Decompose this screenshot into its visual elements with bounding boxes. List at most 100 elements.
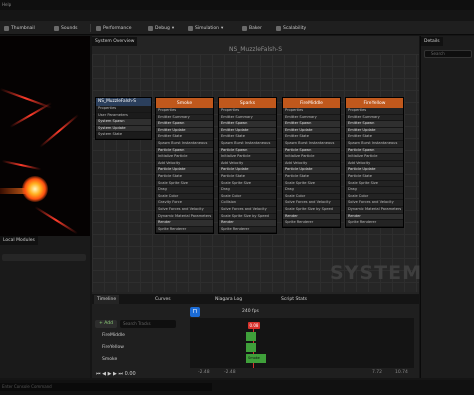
emitter-module-row[interactable]: Scale Sprite Size by Speed (283, 206, 340, 214)
track-clip-smoke[interactable]: Smoke (246, 354, 266, 363)
emitter-module-row[interactable]: Emitter Summary (219, 114, 276, 122)
emitter-module-row[interactable]: Render (219, 220, 276, 227)
emitter-module-row[interactable]: Particle Spawn (156, 147, 213, 155)
emitter-module-row[interactable]: Scale Sprite Size by Speed (219, 213, 276, 221)
emitter-module-row[interactable]: Spawn Burst Instantaneous (346, 140, 403, 148)
emitter-module-row[interactable]: Emitter Summary (283, 114, 340, 122)
track-search-input[interactable]: Search Tracks (120, 320, 176, 328)
tab-timeline[interactable]: Timeline (94, 295, 120, 304)
system-node-row[interactable]: System Spawn (96, 119, 151, 126)
emitter-node[interactable]: FireYellow Properties Emitter Summary Emitt… (345, 97, 404, 228)
emitter-module-row[interactable]: Emitter Summary (156, 114, 213, 122)
emitter-module-row[interactable]: Particle Update (283, 167, 340, 174)
system-node-row[interactable]: System Update (96, 125, 151, 133)
emitter-module-row[interactable]: Add Velocity (346, 160, 403, 168)
toolbar-sounds-button[interactable]: Sounds (54, 24, 78, 32)
emitter-module-row[interactable]: Dynamic Material Parameters (346, 206, 403, 214)
emitter-module-row[interactable]: Initialize Particle (283, 154, 340, 161)
emitter-module-row[interactable]: Emitter State (283, 134, 340, 141)
emitter-module-row[interactable]: Initialize Particle (219, 154, 276, 161)
emitter-module-row[interactable]: Emitter Spawn (156, 121, 213, 128)
system-node[interactable]: NS_MuzzleFalsh-S Properties User Paramet… (95, 97, 152, 140)
emitter-node[interactable]: FireMiddle Properties Emitter Summary Emitt… (282, 97, 341, 228)
emitter-module-row[interactable]: Solve Forces and Velocity (219, 206, 276, 214)
emitter-module-row[interactable]: Solve Forces and Velocity (346, 200, 403, 207)
emitter-module-row[interactable]: Solve Forces and Velocity (156, 206, 213, 214)
emitter-module-row[interactable]: Emitter Update (219, 127, 276, 135)
emitter-module-row[interactable]: Scale Color (219, 193, 276, 201)
track-fireyellow[interactable]: FireYellow (92, 342, 187, 353)
emitter-module-row[interactable]: Spawn Burst Instantaneous (219, 140, 276, 148)
system-overview-tab[interactable]: System Overview (92, 37, 138, 46)
tab-script-stats[interactable]: Script Stats (278, 295, 310, 304)
emitter-module-row[interactable]: Emitter Update (346, 127, 403, 135)
emitter-module-row[interactable]: Initialize Particle (156, 154, 213, 161)
emitter-module-row[interactable]: Sprite Renderer (346, 220, 403, 227)
emitter-module-row[interactable]: Emitter Spawn (283, 121, 340, 128)
help-menu[interactable]: Help (2, 2, 11, 7)
local-modules-search[interactable] (2, 254, 86, 261)
toolbar-thumbnail-button[interactable]: Thumbnail (4, 24, 35, 32)
emitter-module-row[interactable]: Emitter Update (156, 127, 213, 135)
jump-end-button[interactable]: ⏭ (118, 371, 123, 377)
emitter-module-row[interactable]: Spawn Burst Instantaneous (283, 140, 340, 148)
emitter-module-row[interactable]: Particle State (156, 173, 213, 181)
emitter-module-row[interactable]: Sprite Renderer (156, 226, 213, 234)
emitter-module-row[interactable]: Add Velocity (219, 160, 276, 168)
toolbar-performance-button[interactable]: Performance (96, 24, 132, 32)
track-clip[interactable] (246, 332, 256, 341)
emitter-module-row[interactable]: Dynamic Material Parameters (156, 213, 213, 221)
emitter-module-row[interactable]: Render (283, 213, 340, 221)
local-modules-tab[interactable]: Local Modules (0, 236, 38, 245)
emitter-module-row[interactable]: Scale Sprite Size (283, 180, 340, 188)
track-smoke[interactable]: Smoke (92, 354, 187, 365)
emitter-module-row[interactable]: Scale Sprite Size (219, 180, 276, 188)
toolbar-scalability-button[interactable]: Scalability (276, 24, 306, 32)
emitter-module-row[interactable]: Particle Update (156, 167, 213, 174)
emitter-module-row[interactable]: Drag (219, 187, 276, 194)
snap-toggle[interactable]: ⊓ (190, 307, 200, 317)
toolbar-simulation-button[interactable]: Simulation ▾ (188, 24, 223, 32)
emitter-module-row[interactable]: Render (156, 220, 213, 227)
emitter-module-row[interactable]: Particle State (346, 173, 403, 181)
tab-niagara-log[interactable]: Niagara Log (212, 295, 245, 304)
emitter-node[interactable]: Smoke Properties Emitter Summary Emitter Sp… (155, 97, 214, 235)
system-node-row[interactable]: User Parameters (96, 113, 151, 120)
emitter-module-row[interactable]: Render (346, 213, 403, 221)
emitter-module-row[interactable]: Particle Spawn (219, 147, 276, 155)
add-track-button[interactable]: + Add (95, 320, 117, 328)
emitter-module-row[interactable]: Particle Spawn (346, 147, 403, 155)
emitter-module-row[interactable]: Emitter State (156, 134, 213, 141)
emitter-module-row[interactable]: Add Velocity (156, 160, 213, 168)
emitter-module-row[interactable]: Properties (156, 108, 213, 115)
emitter-module-row[interactable]: Particle Update (346, 167, 403, 174)
toolbar-baker-button[interactable]: Baker (242, 24, 262, 32)
emitter-module-row[interactable]: Add Velocity (283, 160, 340, 168)
details-search[interactable]: Search (424, 50, 472, 58)
emitter-module-row[interactable]: Sprite Renderer (219, 226, 276, 234)
emitter-module-row[interactable]: Drag (283, 187, 340, 194)
emitter-module-row[interactable]: Properties (283, 108, 340, 115)
emitter-module-row[interactable]: Properties (219, 108, 276, 115)
details-tab[interactable]: Details (421, 37, 443, 46)
system-node-row[interactable]: System State (96, 132, 151, 139)
preview-viewport[interactable] (0, 36, 90, 236)
emitter-module-row[interactable]: Particle State (283, 173, 340, 181)
track-firemiddle[interactable]: FireMiddle (92, 330, 187, 341)
emitter-module-row[interactable]: Scale Color (283, 193, 340, 201)
track-clip[interactable] (246, 343, 256, 352)
emitter-module-row[interactable]: Scale Sprite Size (156, 180, 213, 188)
emitter-module-row[interactable]: Scale Color (346, 193, 403, 201)
emitter-module-row[interactable]: Scale Color (156, 193, 213, 201)
emitter-module-row[interactable]: Sprite Renderer (283, 220, 340, 227)
emitter-module-row[interactable]: Emitter State (219, 134, 276, 141)
emitter-module-row[interactable]: Drag (346, 187, 403, 194)
system-node-row[interactable]: Properties (96, 106, 151, 113)
step-forward-button[interactable]: ▶ (113, 371, 117, 377)
emitter-module-row[interactable]: Emitter Spawn (219, 121, 276, 128)
emitter-module-row[interactable]: Scale Sprite Size (346, 180, 403, 188)
playhead-time[interactable]: 0.08 (248, 322, 260, 329)
console-command-input[interactable]: Enter Console Command (0, 383, 212, 391)
tab-curves[interactable]: Curves (152, 295, 174, 304)
fps-select[interactable]: 240 fps (242, 308, 262, 316)
